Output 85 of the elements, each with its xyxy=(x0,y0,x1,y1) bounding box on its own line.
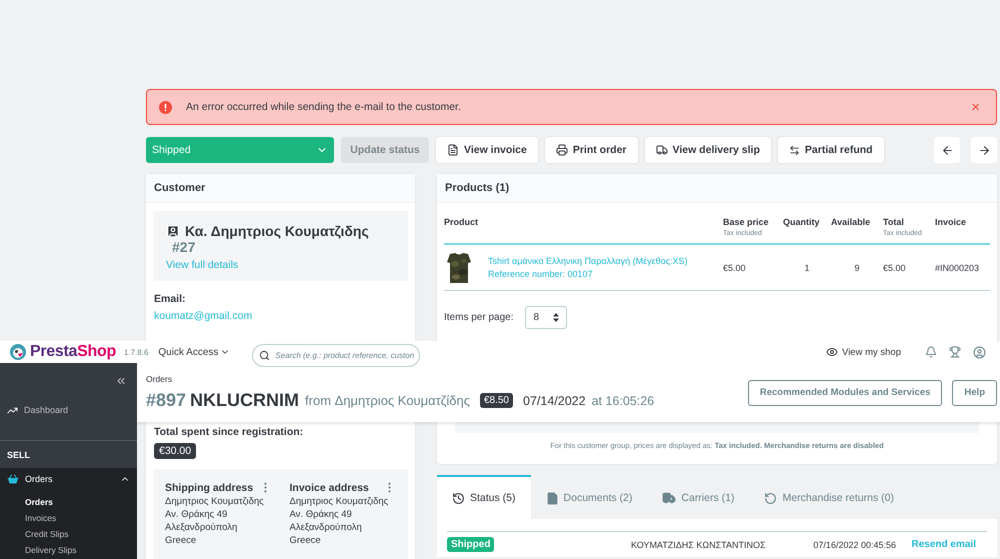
arrow-left-icon xyxy=(940,144,954,156)
next-button[interactable] xyxy=(971,137,997,163)
status-date: 07/16/2022 00:45:56 xyxy=(812,540,896,550)
version-label: 1.7.8.6 xyxy=(124,348,148,356)
total-spent-badge: €30.00 xyxy=(154,443,196,459)
sidebar-subitem[interactable]: Invoices xyxy=(25,510,56,526)
table-cell-text: #IN000203 xyxy=(935,262,980,272)
action-button[interactable]: View delivery slip xyxy=(644,137,771,163)
table-cell-text: €5.00 xyxy=(723,262,747,272)
employee-name: ΚΟΥΜΑΤΖΙΔΗΣ ΚΩΝΣΤΑΝΤΙΝΟΣ xyxy=(631,540,767,550)
address-title: Invoice address xyxy=(290,482,369,494)
column-header: Available xyxy=(831,217,872,227)
document-icon xyxy=(546,492,559,504)
alert-message: An error occurred while sending the e-mail to the customer. xyxy=(186,101,462,113)
toolbar-button[interactable]: Help xyxy=(952,380,997,406)
address-line: Greece xyxy=(290,535,322,546)
card-title: Products (1) xyxy=(437,174,997,203)
error-icon xyxy=(159,100,172,114)
truck-icon xyxy=(662,491,676,505)
address-line: Αλεξανδρούπολη xyxy=(165,522,238,533)
column-header: Invoice xyxy=(935,217,968,227)
order-time: at 16:05:26 xyxy=(592,394,654,408)
order-date: 07/14/2022 xyxy=(523,394,586,408)
address-line: Δημητριος Κουματζιδης xyxy=(165,496,265,507)
invoice-icon xyxy=(447,144,459,156)
tab[interactable]: Merchandise returns (0) xyxy=(749,475,909,519)
column-header: Product xyxy=(444,217,480,227)
sidebar-subitem[interactable]: Orders xyxy=(25,494,53,510)
items-per-page-select[interactable]: 8 xyxy=(525,306,568,329)
table-cell-text: 1 xyxy=(803,262,810,272)
total-spent-label: Total spent since registration: xyxy=(154,426,304,438)
order-id: #897 xyxy=(146,390,186,411)
logo-icon xyxy=(10,344,26,360)
table-cell-text: 9 xyxy=(853,262,860,272)
order-total-badge: €8.50 xyxy=(480,393,513,408)
trophy-icon xyxy=(949,346,961,358)
address-title: Shipping address xyxy=(165,482,254,494)
truck-icon xyxy=(656,144,668,156)
email-label: Email: xyxy=(154,293,186,305)
card-title: Customer xyxy=(146,174,415,203)
action-button[interactable]: Partial refund xyxy=(778,137,884,163)
status-badge: Shipped xyxy=(447,537,494,552)
eye-icon xyxy=(826,346,838,358)
sidebar-item[interactable]: Orders xyxy=(0,468,137,490)
quick-access-menu[interactable]: Quick Access xyxy=(158,346,230,358)
address-line: Αν. Θράκης 49 xyxy=(290,509,353,520)
customer-id: #27 xyxy=(172,239,196,255)
sidebar-subitem[interactable]: Credit Slips xyxy=(25,526,68,542)
view-shop-link[interactable]: View my shop xyxy=(826,346,901,358)
bell-icon xyxy=(925,346,937,358)
customer-from: from Δημητριος Κουματζίδης xyxy=(305,393,470,408)
tab[interactable]: Documents (2) xyxy=(530,475,648,519)
sidebar-item[interactable]: Dashboard xyxy=(0,399,137,421)
table-cell-text: €5.00 xyxy=(883,262,907,272)
action-button[interactable]: Print order xyxy=(544,137,638,163)
basket-icon xyxy=(7,473,19,485)
brand-name: PrestaShop xyxy=(30,343,116,361)
sidebar-subitem[interactable]: Delivery Slips xyxy=(25,542,76,558)
tab[interactable]: Status (5) xyxy=(437,475,531,519)
column-header: Total xyxy=(883,217,905,227)
search-field[interactable]: Search (e.g.: product reference, custon xyxy=(252,344,420,366)
toolbar-button[interactable]: Recommended Modules and Services xyxy=(748,380,942,406)
history-icon xyxy=(452,492,465,504)
sort-caret-icon xyxy=(553,313,560,322)
double-chevron-icon xyxy=(115,375,127,387)
printer-icon xyxy=(556,144,568,156)
undo-icon xyxy=(764,492,778,504)
arrow-right-icon xyxy=(978,144,990,156)
order-reference: NKLUCRNIM xyxy=(190,390,300,411)
contact-card-icon xyxy=(166,224,180,238)
action-button[interactable]: View invoice xyxy=(436,137,538,163)
address-line: Αν. Θράκης 49 xyxy=(165,509,228,520)
collapse-button[interactable] xyxy=(115,375,127,387)
user-icon xyxy=(973,346,986,358)
breadcrumb: Orders xyxy=(146,374,172,384)
items-per-page-label: Items per page: xyxy=(444,312,514,323)
previous-button[interactable] xyxy=(934,137,960,163)
address-line: Δημητριος Κουματζιδης xyxy=(290,496,390,507)
swap-arrows-icon xyxy=(788,144,800,156)
column-header: Base price xyxy=(723,217,770,227)
address-line: Αλεξανδρούπολη xyxy=(290,522,363,533)
customer-name: Κα. Δημητριος Κουματζιδης xyxy=(185,223,369,239)
column-header: Quantity xyxy=(783,217,821,227)
address-line: Greece xyxy=(165,535,198,546)
tab[interactable]: Carriers (1) xyxy=(647,475,750,519)
